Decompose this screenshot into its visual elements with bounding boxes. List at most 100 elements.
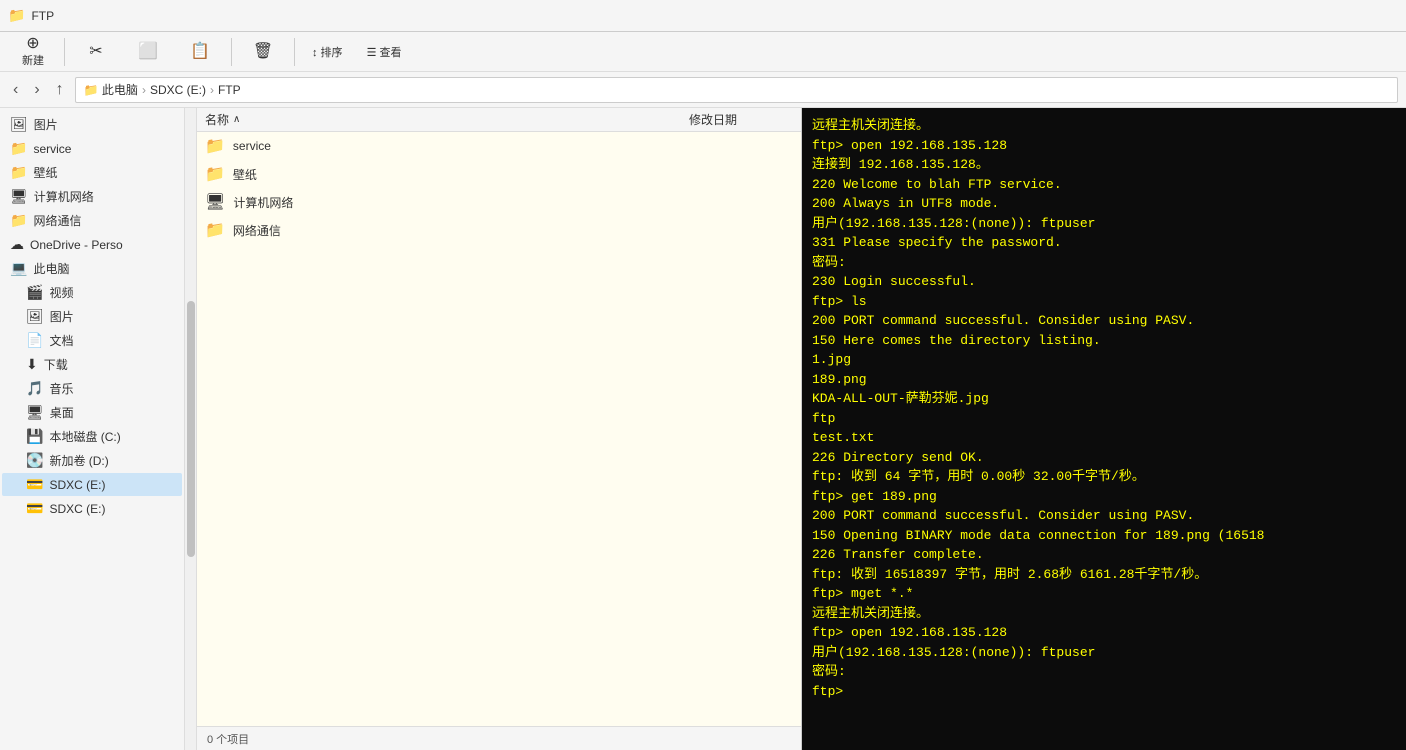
file-item-wallpaper-folder[interactable]: 📁壁纸	[197, 160, 801, 188]
toolbar: ⊕ 新建 ✂ ⬜ 📋 🗑 ↕ 排序 ☰ 查看	[0, 32, 1406, 72]
sidebar-item-desktop[interactable]: 🖥 桌面	[2, 401, 182, 424]
col-header-name[interactable]: 名称 ∧	[197, 111, 681, 128]
file-list-header: 名称 ∧ 修改日期	[197, 108, 801, 132]
file-list: 📁 service 📁壁纸 🖥 计算机网络 📁 网络通信	[197, 132, 801, 726]
sidebar-label-local-c: 本地磁盘 (C:)	[49, 428, 120, 445]
sidebar-icon-local-c: 💾	[26, 428, 43, 445]
sidebar-label-downloads: 下载	[44, 356, 68, 373]
sidebar-scrollbar[interactable]	[185, 108, 197, 750]
title-bar: 📁 FTP	[0, 0, 1406, 32]
file-item-service-folder[interactable]: 📁 service	[197, 132, 801, 160]
sidebar-label-pictures2: 图片	[50, 308, 74, 325]
file-name-netcomp-folder: 计算机网络	[233, 194, 673, 211]
terminal-panel[interactable]: 远程主机关闭连接。 ftp> open 192.168.135.128 连接到 …	[802, 108, 1406, 750]
path-thispc: 📁 此电脑	[84, 81, 138, 98]
sidebar-label-desktop: 桌面	[50, 404, 74, 421]
file-item-netcomp-folder[interactable]: 🖥 计算机网络	[197, 188, 801, 216]
sidebar-item-pictures2[interactable]: 🖼 图片	[2, 305, 182, 328]
toolbar-separator-2	[231, 38, 232, 66]
sidebar-item-network[interactable]: 🖥 计算机网络	[2, 185, 182, 208]
sidebar-label-network: 计算机网络	[34, 188, 94, 205]
path-ftp: FTP	[218, 83, 241, 97]
sidebar-label-sdxc-e: SDXC (E:)	[49, 478, 105, 492]
file-icon-service-folder: 📁	[205, 136, 225, 156]
sidebar-icon-network: 🖥	[10, 188, 28, 205]
toolbar-separator-1	[64, 38, 65, 66]
view-button[interactable]: ☰ 查看	[356, 35, 413, 69]
sidebar-icon-pictures-pinned: 🖼	[10, 116, 28, 133]
new-button[interactable]: ⊕ 新建	[8, 35, 58, 69]
file-name-netcomm-folder: 网络通信	[233, 222, 673, 239]
paste-button[interactable]: 📋	[175, 35, 225, 69]
sidebar-item-downloads[interactable]: ⬇ 下载	[2, 353, 182, 376]
file-icon-netcomp-folder: 🖥	[205, 192, 225, 212]
delete-button[interactable]: 🗑	[238, 35, 288, 69]
right-panel: 远程主机关闭连接。 ftp> open 192.168.135.128 连接到 …	[802, 108, 1406, 750]
sidebar-item-wallpaper[interactable]: 📁 壁纸	[2, 161, 182, 184]
sidebar-icon-video: 🎬	[26, 284, 43, 301]
up-button[interactable]: ↑	[51, 79, 69, 101]
sidebar-label-thispc: 此电脑	[33, 260, 69, 277]
sidebar-item-docs[interactable]: 📄 文档	[2, 329, 182, 352]
status-text: 0 个项目	[207, 731, 249, 747]
title-bar-text: FTP	[31, 9, 54, 23]
sort-button[interactable]: ↕ 排序	[301, 35, 354, 69]
cut-button[interactable]: ✂	[71, 35, 121, 69]
paste-icon: 📋	[190, 44, 210, 60]
sidebar-item-video[interactable]: 🎬 视频	[2, 281, 182, 304]
title-bar-icon: 📁	[8, 7, 25, 24]
sidebar: 🖼 图片 📁 service 📁 壁纸 🖥 计算机网络 📁 网络通信 ☁OneDrive - Per…	[0, 108, 185, 750]
sort-arrow: ∧	[233, 114, 240, 125]
sidebar-icon-thispc: 💻	[10, 260, 27, 277]
sidebar-label-docs: 文档	[49, 332, 73, 349]
sidebar-label-pictures-pinned: 图片	[34, 116, 58, 133]
file-item-netcomm-folder[interactable]: 📁 网络通信	[197, 216, 801, 244]
sidebar-label-onedrive: OneDrive - Perso	[30, 238, 123, 252]
sidebar-icon-downloads: ⬇	[26, 356, 38, 373]
sidebar-item-netcomm[interactable]: 📁 网络通信	[2, 209, 182, 232]
address-bar: ‹ › ↑ 📁 此电脑 › SDXC (E:) › FTP	[0, 72, 1406, 108]
sidebar-scrollbar-thumb[interactable]	[187, 301, 195, 558]
path-sdxc: SDXC (E:)	[150, 83, 206, 97]
file-list-area: 名称 ∧ 修改日期 📁 service 📁壁纸 🖥 计算机网络 📁 网络通信 0 个项目	[197, 108, 802, 750]
file-name-wallpaper-folder: 壁纸	[233, 166, 673, 183]
sidebar-icon-music: 🎵	[26, 380, 43, 397]
file-name-service-folder: service	[233, 139, 673, 153]
forward-button[interactable]: ›	[29, 79, 44, 101]
sidebar-icon-sdxc-e2: 💳	[26, 500, 43, 517]
sidebar-item-onedrive[interactable]: ☁OneDrive - Perso	[2, 233, 182, 256]
path-sep-2: ›	[210, 83, 214, 97]
sidebar-item-thispc[interactable]: 💻 此电脑	[2, 257, 182, 280]
sidebar-icon-sdxc-e: 💳	[26, 476, 43, 493]
sidebar-icon-docs: 📄	[26, 332, 43, 349]
copy-icon: ⬜	[138, 44, 158, 60]
terminal-output: 远程主机关闭连接。 ftp> open 192.168.135.128 连接到 …	[812, 116, 1406, 701]
sidebar-item-drive-d[interactable]: 💽新加卷 (D:)	[2, 449, 182, 472]
sidebar-label-sdxc-e2: SDXC (E:)	[49, 502, 105, 516]
col-header-date[interactable]: 修改日期	[681, 111, 801, 128]
sidebar-label-service: service	[33, 142, 71, 156]
status-bar: 0 个项目	[197, 726, 801, 750]
sidebar-item-pictures-pinned[interactable]: 🖼 图片	[2, 113, 182, 136]
sidebar-label-netcomm: 网络通信	[33, 212, 81, 229]
file-icon-netcomm-folder: 📁	[205, 220, 225, 240]
sidebar-label-drive-d: 新加卷 (D:)	[49, 452, 108, 469]
sidebar-item-sdxc-e2[interactable]: 💳 SDXC (E:)	[2, 497, 182, 520]
path-sep-1: ›	[142, 83, 146, 97]
sidebar-label-wallpaper: 壁纸	[33, 164, 57, 181]
sidebar-icon-desktop: 🖥	[26, 404, 44, 421]
sidebar-icon-service: 📁	[10, 140, 27, 157]
copy-button[interactable]: ⬜	[123, 35, 173, 69]
back-button[interactable]: ‹	[8, 79, 23, 101]
sidebar-item-local-c[interactable]: 💾 本地磁盘 (C:)	[2, 425, 182, 448]
sidebar-label-video: 视频	[49, 284, 73, 301]
sidebar-icon-wallpaper: 📁	[10, 164, 27, 181]
sidebar-item-sdxc-e[interactable]: 💳 SDXC (E:)	[2, 473, 182, 496]
toolbar-separator-3	[294, 38, 295, 66]
sidebar-item-music[interactable]: 🎵音乐	[2, 377, 182, 400]
sidebar-item-service[interactable]: 📁 service	[2, 137, 182, 160]
sidebar-icon-pictures2: 🖼	[26, 308, 44, 325]
main-content: 🖼图片📁service📁壁纸🖥计算机网络📁网络通信☁OneDrive - Per…	[0, 108, 1406, 750]
address-path[interactable]: 📁 此电脑 › SDXC (E:) › FTP	[75, 77, 1398, 103]
sidebar-icon-netcomm: 📁	[10, 212, 27, 229]
